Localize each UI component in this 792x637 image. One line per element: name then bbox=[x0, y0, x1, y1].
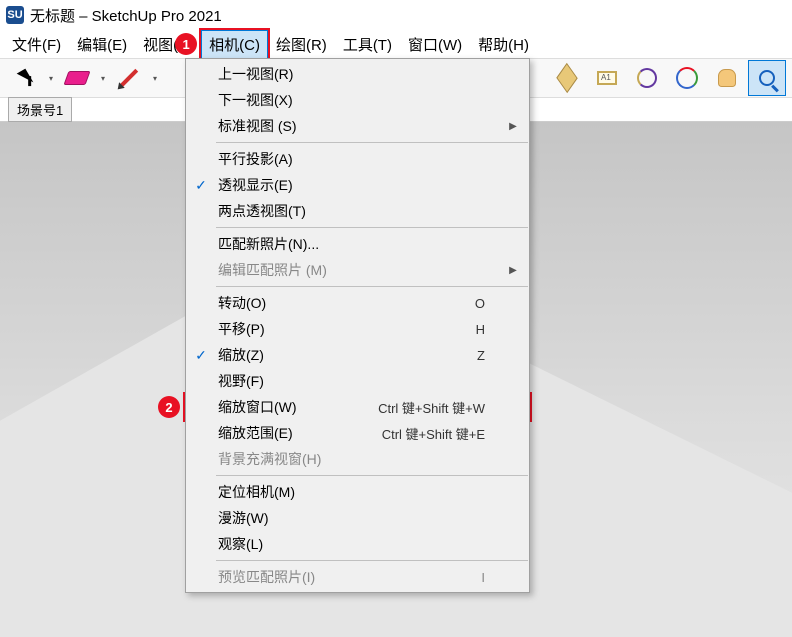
menu-separator bbox=[216, 560, 528, 561]
menu-item[interactable]: ✓缩放(Z)Z bbox=[186, 342, 529, 368]
submenu-arrow-icon: ▶ bbox=[505, 265, 521, 276]
window-title: 无标题 – SketchUp Pro 2021 bbox=[30, 5, 222, 26]
menu-item[interactable]: 两点透视图(T) bbox=[186, 198, 529, 224]
menubar-item-0[interactable]: 文件(F) bbox=[4, 30, 69, 59]
menu-item[interactable]: 视野(F) bbox=[186, 368, 529, 394]
app-icon: SU bbox=[6, 6, 24, 24]
menu-item-label: 定位相机(M) bbox=[216, 482, 485, 502]
menu-separator bbox=[216, 286, 528, 287]
annotation-badge-1: 1 bbox=[175, 33, 197, 55]
menu-item[interactable]: 缩放范围(E)Ctrl 键+Shift 键+E bbox=[186, 420, 529, 446]
menu-item-label: 观察(L) bbox=[216, 534, 485, 554]
pencil-tool-dropdown[interactable]: ▾ bbox=[150, 74, 160, 83]
menu-item-label: 缩放范围(E) bbox=[216, 423, 382, 443]
zoom-tool[interactable] bbox=[748, 60, 786, 96]
menu-separator bbox=[216, 475, 528, 476]
menu-item[interactable]: 上一视图(R) bbox=[186, 61, 529, 87]
menu-item-label: 平移(P) bbox=[216, 319, 476, 339]
titlebar: SU 无标题 – SketchUp Pro 2021 bbox=[0, 0, 792, 30]
menubar-item-7[interactable]: 帮助(H) bbox=[470, 30, 537, 59]
menu-item-label: 缩放(Z) bbox=[216, 345, 477, 365]
menu-item-label: 上一视图(R) bbox=[216, 64, 485, 84]
menubar: 文件(F)编辑(E)视图(V)相机(C)绘图(R)工具(T)窗口(W)帮助(H) bbox=[0, 30, 792, 58]
menu-item-label: 预览匹配照片(I) bbox=[216, 567, 481, 587]
annotation-badge-2: 2 bbox=[158, 396, 180, 418]
menu-item-shortcut: O bbox=[475, 296, 505, 311]
menu-item[interactable]: 下一视图(X) bbox=[186, 87, 529, 113]
offset-tool[interactable] bbox=[628, 60, 666, 96]
menu-item[interactable]: 定位相机(M) bbox=[186, 479, 529, 505]
menu-item[interactable]: 漫游(W) bbox=[186, 505, 529, 531]
check-icon: ✓ bbox=[186, 347, 216, 364]
menu-item: 预览匹配照片(I)I bbox=[186, 564, 529, 590]
pan-tool[interactable] bbox=[708, 60, 746, 96]
menubar-item-4[interactable]: 绘图(R) bbox=[268, 30, 335, 59]
menu-item-label: 背景充满视窗(H) bbox=[216, 449, 485, 469]
menu-item: 背景充满视窗(H) bbox=[186, 446, 529, 472]
menu-item-shortcut: H bbox=[476, 322, 505, 337]
scene-tab-1[interactable]: 场景号1 bbox=[8, 97, 72, 122]
menu-item[interactable]: 标准视图 (S) ▶ bbox=[186, 113, 529, 139]
select-tool-dropdown[interactable]: ▾ bbox=[46, 74, 56, 83]
menu-item-label: 匹配新照片(N)... bbox=[216, 234, 485, 254]
menu-item[interactable]: ✓透视显示(E) bbox=[186, 172, 529, 198]
menu-item-label: 透视显示(E) bbox=[216, 175, 485, 195]
menu-item[interactable]: 转动(O)O bbox=[186, 290, 529, 316]
menu-item-label: 两点透视图(T) bbox=[216, 201, 485, 221]
menu-item: 编辑匹配照片 (M) ▶ bbox=[186, 257, 529, 283]
menu-item-label: 编辑匹配照片 (M) bbox=[216, 260, 485, 280]
menu-separator bbox=[216, 142, 528, 143]
submenu-arrow-icon: ▶ bbox=[505, 121, 521, 132]
menu-item-shortcut: Z bbox=[477, 348, 505, 363]
camera-menu: 上一视图(R)下一视图(X)标准视图 (S)▶平行投影(A)✓透视显示(E)两点… bbox=[185, 58, 530, 593]
menu-item-label: 漫游(W) bbox=[216, 508, 485, 528]
texture-tool[interactable] bbox=[548, 60, 586, 96]
menu-item-shortcut: I bbox=[481, 570, 505, 585]
menu-separator bbox=[216, 227, 528, 228]
select-tool[interactable] bbox=[6, 60, 44, 96]
menu-item-label: 缩放窗口(W) bbox=[216, 397, 378, 417]
menubar-item-5[interactable]: 工具(T) bbox=[335, 30, 400, 59]
menu-item-label: 下一视图(X) bbox=[216, 90, 485, 110]
menu-item[interactable]: 匹配新照片(N)... bbox=[186, 231, 529, 257]
menubar-item-1[interactable]: 编辑(E) bbox=[69, 30, 135, 59]
menu-item-label: 转动(O) bbox=[216, 293, 475, 313]
menubar-item-6[interactable]: 窗口(W) bbox=[400, 30, 470, 59]
eraser-tool[interactable] bbox=[58, 60, 96, 96]
eraser-tool-dropdown[interactable]: ▾ bbox=[98, 74, 108, 83]
orbit-tool[interactable] bbox=[668, 60, 706, 96]
menu-item[interactable]: 观察(L) bbox=[186, 531, 529, 557]
menu-item-shortcut: Ctrl 键+Shift 键+W bbox=[378, 398, 505, 417]
pencil-tool[interactable] bbox=[110, 60, 148, 96]
menu-item[interactable]: 平移(P)H bbox=[186, 316, 529, 342]
check-icon: ✓ bbox=[186, 177, 216, 194]
menubar-item-3[interactable]: 相机(C) bbox=[201, 30, 268, 59]
menu-item-shortcut: Ctrl 键+Shift 键+E bbox=[382, 424, 505, 443]
menu-item[interactable]: 平行投影(A) bbox=[186, 146, 529, 172]
menu-item-label: 标准视图 (S) bbox=[216, 116, 485, 136]
menu-item-label: 平行投影(A) bbox=[216, 149, 485, 169]
menu-item-label: 视野(F) bbox=[216, 371, 485, 391]
dimension-tool[interactable] bbox=[588, 60, 626, 96]
menu-item[interactable]: 缩放窗口(W)Ctrl 键+Shift 键+W bbox=[186, 394, 529, 420]
